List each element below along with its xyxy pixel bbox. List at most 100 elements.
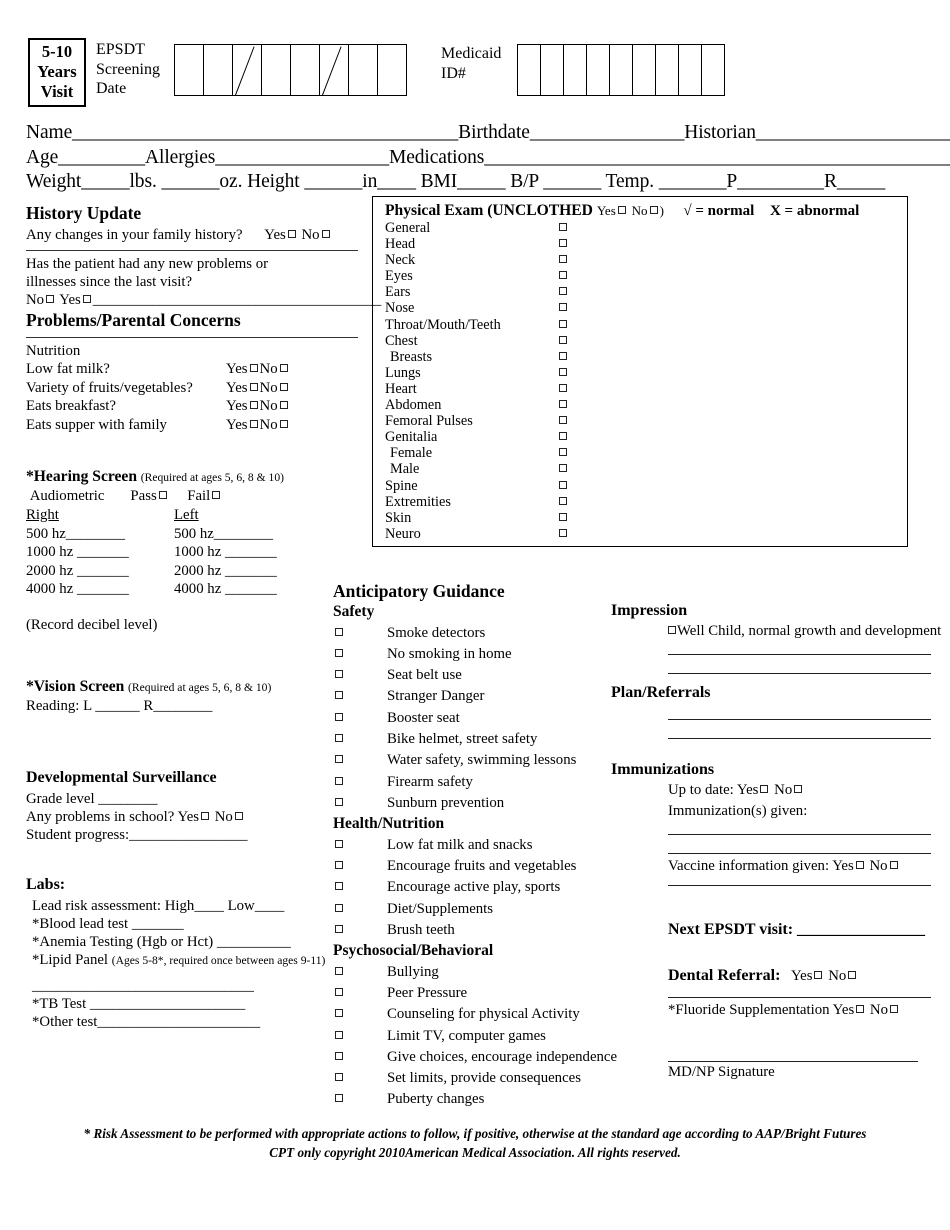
vaccine-info-yes-checkbox[interactable] (855, 861, 864, 869)
grade-level-row[interactable]: Grade level ________ (26, 790, 366, 808)
demographics-line-vitals[interactable]: Weight_____lbs. ______oz. Height ______i… (26, 170, 926, 195)
school-problems-no-checkbox[interactable] (234, 811, 243, 820)
dental-no-checkbox[interactable] (848, 971, 857, 979)
physical-exam-item-checkbox[interactable] (559, 255, 567, 264)
physical-exam-item-checkbox[interactable] (559, 480, 567, 489)
nutrition-no-checkbox[interactable] (279, 382, 288, 391)
guidance-item-checkbox[interactable] (335, 987, 343, 996)
physical-exam-item-checkbox[interactable] (559, 528, 567, 537)
unclothed-no-checkbox[interactable] (649, 206, 658, 214)
guidance-item-checkbox[interactable] (335, 1094, 343, 1103)
medicaid-id-cell[interactable] (610, 45, 634, 95)
guidance-item-checkbox[interactable] (335, 860, 343, 869)
screening-date-cell[interactable] (175, 45, 204, 95)
physical-exam-item-checkbox[interactable] (559, 271, 567, 280)
nutrition-yes-checkbox[interactable] (249, 419, 258, 428)
physical-exam-item-checkbox[interactable] (559, 303, 567, 312)
unclothed-yes-checkbox[interactable] (617, 206, 626, 214)
guidance-item-checkbox[interactable] (335, 1073, 343, 1082)
medicaid-id-boxes[interactable] (517, 44, 726, 96)
hearing-right-frequency-row[interactable]: 500 hz________ (26, 525, 174, 544)
vaccine-info-no-checkbox[interactable] (889, 861, 898, 869)
hearing-fail-checkbox[interactable] (212, 491, 221, 499)
physical-exam-item-checkbox[interactable] (559, 416, 567, 425)
next-epsdt-visit-row[interactable]: Next EPSDT visit: ________________ (611, 919, 941, 940)
guidance-item-checkbox[interactable] (335, 882, 343, 891)
physical-exam-item-checkbox[interactable] (559, 464, 567, 473)
well-child-checkbox[interactable] (668, 626, 676, 634)
labs-blank-line[interactable]: ______________________________ (26, 977, 366, 995)
new-problems-no-checkbox[interactable] (46, 295, 55, 303)
medicaid-id-cell[interactable] (564, 45, 588, 95)
screening-date-cell[interactable] (204, 45, 233, 95)
screening-date-cell[interactable] (320, 45, 349, 95)
medicaid-id-cell[interactable] (633, 45, 657, 95)
physical-exam-item-checkbox[interactable] (559, 367, 567, 376)
guidance-item-checkbox[interactable] (335, 691, 343, 700)
family-history-no-checkbox[interactable] (321, 230, 330, 238)
guidance-item-checkbox[interactable] (335, 776, 343, 785)
screening-date-cell[interactable] (349, 45, 378, 95)
vision-reading-row[interactable]: Reading: L ______ R________ (26, 697, 366, 715)
hearing-right-frequency-row[interactable]: 4000 hz _______ (26, 580, 174, 599)
physical-exam-item-checkbox[interactable] (559, 351, 567, 360)
guidance-item-checkbox[interactable] (335, 733, 343, 742)
hearing-right-frequency-row[interactable]: 2000 hz _______ (26, 562, 174, 581)
physical-exam-item-checkbox[interactable] (559, 400, 567, 409)
screening-date-cell[interactable] (262, 45, 291, 95)
anemia-testing-row[interactable]: *Anemia Testing (Hgb or Hct) __________ (26, 933, 366, 951)
nutrition-yes-checkbox[interactable] (249, 364, 258, 372)
physical-exam-item-checkbox[interactable] (559, 223, 567, 231)
hearing-left-frequency-row[interactable]: 4000 hz _______ (174, 580, 322, 599)
nutrition-no-checkbox[interactable] (279, 419, 288, 428)
new-problems-yes-checkbox[interactable] (82, 295, 91, 303)
dental-yes-checkbox[interactable] (814, 971, 823, 979)
hearing-left-frequency-row[interactable]: 500 hz________ (174, 525, 322, 544)
demographics-line-name[interactable]: Name____________________________________… (26, 121, 950, 146)
screening-date-cell[interactable] (378, 45, 407, 95)
physical-exam-item-checkbox[interactable] (559, 319, 567, 328)
guidance-item-checkbox[interactable] (335, 966, 343, 975)
medicaid-id-cell[interactable] (587, 45, 611, 95)
guidance-item-checkbox[interactable] (335, 627, 343, 636)
screening-date-cell[interactable] (233, 45, 262, 95)
medicaid-id-cell[interactable] (656, 45, 680, 95)
guidance-item-checkbox[interactable] (335, 1009, 343, 1018)
up-to-date-no-checkbox[interactable] (794, 785, 803, 793)
tb-test-row[interactable]: *TB Test _____________________ (26, 995, 366, 1013)
blood-lead-row[interactable]: *Blood lead test _______ (26, 915, 366, 933)
physical-exam-item-checkbox[interactable] (559, 432, 567, 441)
other-test-row[interactable]: *Other test______________________ (26, 1013, 366, 1031)
guidance-item-checkbox[interactable] (335, 648, 343, 657)
physical-exam-item-checkbox[interactable] (559, 383, 567, 392)
problems-write-in-line[interactable] (26, 337, 358, 338)
physical-exam-item-checkbox[interactable] (559, 287, 567, 296)
guidance-item-checkbox[interactable] (335, 1030, 343, 1039)
guidance-item-checkbox[interactable] (335, 903, 343, 912)
physical-exam-item-checkbox[interactable] (559, 496, 567, 505)
up-to-date-yes-checkbox[interactable] (760, 785, 769, 793)
hearing-pass-checkbox[interactable] (158, 491, 167, 499)
physical-exam-item-checkbox[interactable] (559, 512, 567, 521)
guidance-item-checkbox[interactable] (335, 839, 343, 848)
nutrition-yes-checkbox[interactable] (249, 382, 258, 391)
guidance-item-checkbox[interactable] (335, 924, 343, 933)
medicaid-id-cell[interactable] (702, 45, 726, 95)
physical-exam-item-checkbox[interactable] (559, 448, 567, 457)
new-problems-write-in[interactable]: _______________________________________ (93, 292, 382, 308)
medicaid-id-cell[interactable] (518, 45, 542, 95)
guidance-item-checkbox[interactable] (335, 670, 343, 679)
nutrition-yes-checkbox[interactable] (249, 401, 258, 409)
demographics-line-age[interactable]: Age_________Allergies__________________M… (26, 146, 950, 171)
family-history-write-in-line[interactable] (26, 250, 358, 251)
guidance-item-checkbox[interactable] (335, 1051, 343, 1060)
medicaid-id-cell[interactable] (679, 45, 703, 95)
hearing-left-frequency-row[interactable]: 1000 hz _______ (174, 543, 322, 562)
hearing-right-frequency-row[interactable]: 1000 hz _______ (26, 543, 174, 562)
family-history-yes-checkbox[interactable] (287, 230, 296, 238)
hearing-left-frequency-row[interactable]: 2000 hz _______ (174, 562, 322, 581)
guidance-item-checkbox[interactable] (335, 797, 343, 806)
screening-date-cell[interactable] (291, 45, 320, 95)
student-progress-row[interactable]: Student progress:________________ (26, 826, 366, 844)
screening-date-boxes[interactable] (173, 44, 407, 96)
